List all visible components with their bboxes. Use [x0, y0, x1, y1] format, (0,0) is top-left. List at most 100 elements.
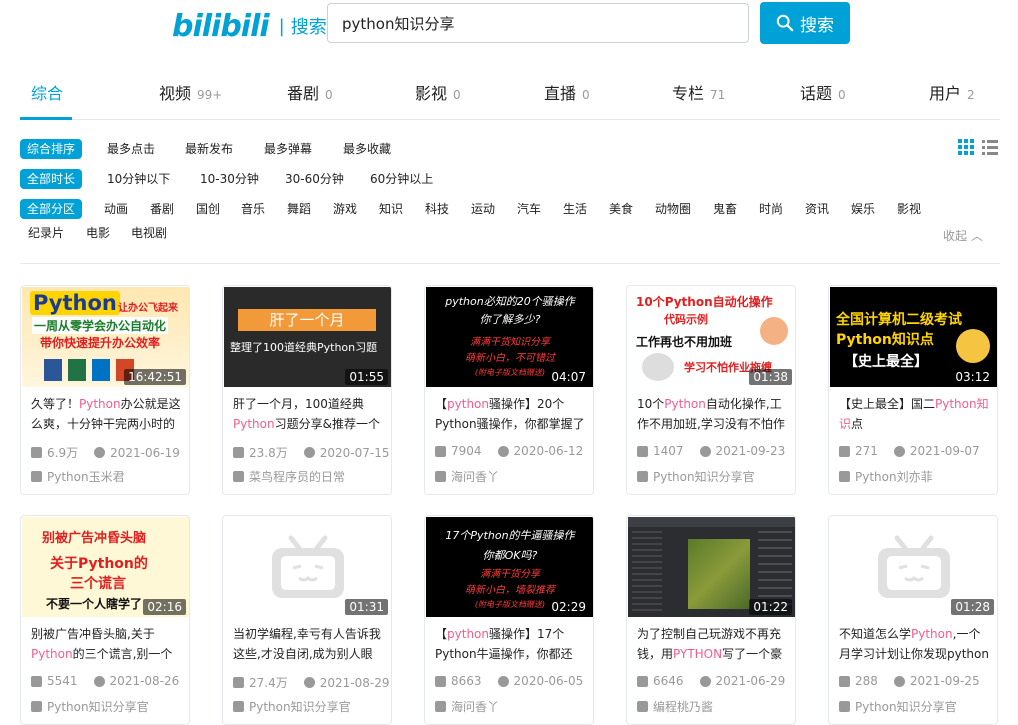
uploader-icon — [839, 701, 850, 712]
video-title[interactable]: 【史上最全】国二Python知识点 — [839, 394, 991, 434]
video-card[interactable]: 01:22 为了控制自己玩游戏不再充钱，用PYTHON写了一个豪 6646 202… — [626, 515, 796, 725]
video-duration: 02:29 — [547, 599, 590, 615]
video-title[interactable]: 10个Python自动化操作,工作不用加班,学习没有不怕作 — [637, 394, 789, 434]
title-highlight: Python — [911, 627, 953, 641]
video-title[interactable]: 【python骚操作】20个Python骚操作，你都掌握了 — [435, 394, 587, 434]
uploader-link[interactable]: Python刘亦菲 — [839, 468, 933, 485]
bilibili-logo[interactable]: bilibili | 搜索 — [172, 8, 327, 44]
filter-duration-10-30[interactable]: 10-30分钟 — [200, 169, 259, 189]
collapse-filters-button[interactable]: 收起 ︿ — [943, 227, 983, 244]
filter-zone-item[interactable]: 音乐 — [241, 199, 265, 219]
tab-live[interactable]: 直播 0 — [544, 80, 590, 104]
play-count: 1407 — [653, 444, 684, 458]
uploader-link[interactable]: Python玉米君 — [31, 468, 125, 485]
video-title[interactable]: 当初学编程,幸亏有人告诉我这些,才没自闭,成为别人眼 — [233, 624, 385, 664]
tab-movie[interactable]: 影视 0 — [415, 80, 461, 104]
filter-sort-click[interactable]: 最多点击 — [107, 139, 155, 159]
video-thumbnail[interactable]: 17个Python的牛逼骚操作 你都OK吗? 满满干货分享 萌新小白，墙裂推荐 … — [426, 517, 593, 617]
filter-sort-pubdate[interactable]: 最新发布 — [185, 139, 233, 159]
tab-article[interactable]: 专栏 71 — [672, 80, 725, 104]
filter-duration-over60[interactable]: 60分钟以上 — [370, 169, 433, 189]
filter-zone-item[interactable]: 娱乐 — [851, 199, 875, 219]
tab-all[interactable]: 综合 — [31, 80, 63, 104]
filter-zone-item[interactable]: 游戏 — [333, 199, 357, 219]
filter-duration-all[interactable]: 全部时长 — [20, 169, 83, 189]
video-card[interactable]: python必知的20个骚操作 你了解多少? 满满干货知识分享 萌新小白，不可错… — [424, 285, 594, 495]
filter-zone-item[interactable]: 番剧 — [150, 199, 174, 219]
uploader-link[interactable]: 海问香丫 — [435, 698, 499, 715]
video-thumbnail[interactable]: 01:22 — [628, 517, 795, 617]
tab-video[interactable]: 视频 99+ — [159, 80, 222, 104]
video-card[interactable]: 全国计算机二级考试 Python知识点 【史上最全】 03:12 【史上最全】国… — [828, 285, 998, 495]
list-view-icon[interactable] — [982, 139, 998, 155]
grid-view-icon[interactable] — [958, 139, 974, 155]
tab-topic[interactable]: 话题 0 — [800, 80, 846, 104]
video-title[interactable]: 别被广告冲昏头脑,关于 Python的三个谎言,别一个 — [31, 624, 183, 664]
play-count: 271 — [855, 444, 878, 458]
filter-zone-item[interactable]: 时尚 — [759, 199, 783, 219]
video-card[interactable]: 01:31 当初学编程,幸亏有人告诉我这些,才没自闭,成为别人眼 27.4万 20… — [222, 515, 392, 725]
publish-date: 2020-07-15 — [319, 445, 390, 460]
video-title[interactable]: 不知道怎么学Python,一个月学习计划让你发现python — [839, 624, 991, 664]
video-card[interactable]: 肝了一个月 整理了100道经典Python习题 01:55 肝了一个月，100道… — [222, 285, 392, 495]
video-title[interactable]: 【python骚操作】17个Python牛逼操作，你都还 — [435, 624, 587, 664]
filter-zone-item[interactable]: 汽车 — [517, 199, 541, 219]
uploader-link[interactable]: 海问香丫 — [435, 468, 499, 485]
tab-user[interactable]: 用户 2 — [929, 80, 975, 104]
filter-zone-item[interactable]: 生活 — [563, 199, 587, 219]
tab-count: 0 — [453, 88, 461, 102]
video-thumbnail[interactable]: 肝了一个月 整理了100道经典Python习题 01:55 — [224, 287, 391, 387]
video-title[interactable]: 肝了一个月，100道经典 Python习题分享&推荐一个 — [233, 394, 385, 434]
filter-zone-item[interactable]: 运动 — [471, 199, 495, 219]
video-thumbnail[interactable]: 别被广告冲昏头脑 关于Python的 三个谎言 不要一个人瞎学了 02:16 — [22, 517, 189, 617]
uploader-link[interactable]: Python知识分享官 — [31, 698, 149, 715]
filter-zone-item[interactable]: 电视剧 — [131, 223, 167, 243]
video-card[interactable]: 10个Python自动化操作 代码示例 工作再也不用加班 学习不怕作业拖缠 01… — [626, 285, 796, 495]
clock-icon — [497, 445, 509, 457]
filter-zone-item[interactable]: 知识 — [379, 199, 403, 219]
filter-zone-item[interactable]: 动物圈 — [655, 199, 691, 219]
video-card[interactable]: 17个Python的牛逼骚操作 你都OK吗? 满满干货分享 萌新小白，墙裂推荐 … — [424, 515, 594, 725]
video-duration: 01:22 — [749, 599, 792, 615]
search-input[interactable] — [327, 3, 749, 43]
search-button[interactable]: 搜索 — [760, 2, 850, 44]
uploader-name: 编程桃乃酱 — [653, 700, 714, 714]
filter-sort-danmaku[interactable]: 最多弹幕 — [264, 139, 312, 159]
filter-sort-fav[interactable]: 最多收藏 — [343, 139, 391, 159]
video-thumbnail[interactable]: 10个Python自动化操作 代码示例 工作再也不用加班 学习不怕作业拖缠 01… — [628, 287, 795, 387]
filter-zone-item[interactable]: 国创 — [196, 199, 220, 219]
uploader-link[interactable]: Python知识分享官 — [839, 698, 957, 715]
title-highlight: python — [447, 627, 489, 641]
video-thumbnail[interactable]: python必知的20个骚操作 你了解多少? 满满干货知识分享 萌新小白，不可错… — [426, 287, 593, 387]
video-card[interactable]: 01:28 不知道怎么学Python,一个月学习计划让你发现python 288… — [828, 515, 998, 725]
video-card[interactable]: Python 让办公飞起来 一周从零学会办公自动化 带你快速提升办公效率 16:… — [20, 285, 190, 495]
filter-zone-item[interactable]: 美食 — [609, 199, 633, 219]
filter-sort-default[interactable]: 综合排序 — [20, 139, 83, 159]
filter-zone-all[interactable]: 全部分区 — [20, 199, 83, 219]
filter-zone-item[interactable]: 纪录片 — [28, 223, 64, 243]
filter-duration-under10[interactable]: 10分钟以下 — [107, 169, 170, 189]
video-thumbnail[interactable]: 01:28 — [830, 517, 997, 617]
uploader-link[interactable]: Python知识分享官 — [637, 468, 755, 485]
tab-bangumi[interactable]: 番剧 0 — [287, 80, 333, 104]
uploader-link[interactable]: 菜鸟程序员的日常 — [233, 468, 345, 485]
video-title[interactable]: 为了控制自己玩游戏不再充钱，用PYTHON写了一个豪 — [637, 624, 789, 664]
filter-zone-item[interactable]: 科技 — [425, 199, 449, 219]
filter-duration-30-60[interactable]: 30-60分钟 — [285, 169, 344, 189]
video-meta: 6646 2021-06-29 — [637, 674, 785, 688]
video-title[interactable]: 久等了！Python办公就是这么爽，十分钟干完两小时的 — [31, 394, 183, 434]
filter-zone-item[interactable]: 舞蹈 — [287, 199, 311, 219]
video-card[interactable]: 别被广告冲昏头脑 关于Python的 三个谎言 不要一个人瞎学了 02:16 别… — [20, 515, 190, 725]
filter-zone-item[interactable]: 影视 — [897, 199, 921, 219]
video-thumbnail[interactable]: 全国计算机二级考试 Python知识点 【史上最全】 03:12 — [830, 287, 997, 387]
publish-date: 2020-06-12 — [513, 444, 584, 458]
uploader-link[interactable]: 编程桃乃酱 — [637, 698, 713, 715]
filter-zone-item[interactable]: 资讯 — [805, 199, 829, 219]
filter-zone-item[interactable]: 动画 — [104, 199, 128, 219]
filter-zone-item[interactable]: 电影 — [86, 223, 110, 243]
filter-zone-item[interactable]: 鬼畜 — [713, 199, 737, 219]
video-thumbnail[interactable]: 01:31 — [224, 517, 391, 617]
video-thumbnail[interactable]: Python 让办公飞起来 一周从零学会办公自动化 带你快速提升办公效率 16:… — [22, 287, 189, 387]
title-text: 肝了一个月，100道经典 — [233, 397, 364, 411]
uploader-link[interactable]: Python知识分享官 — [233, 698, 351, 715]
